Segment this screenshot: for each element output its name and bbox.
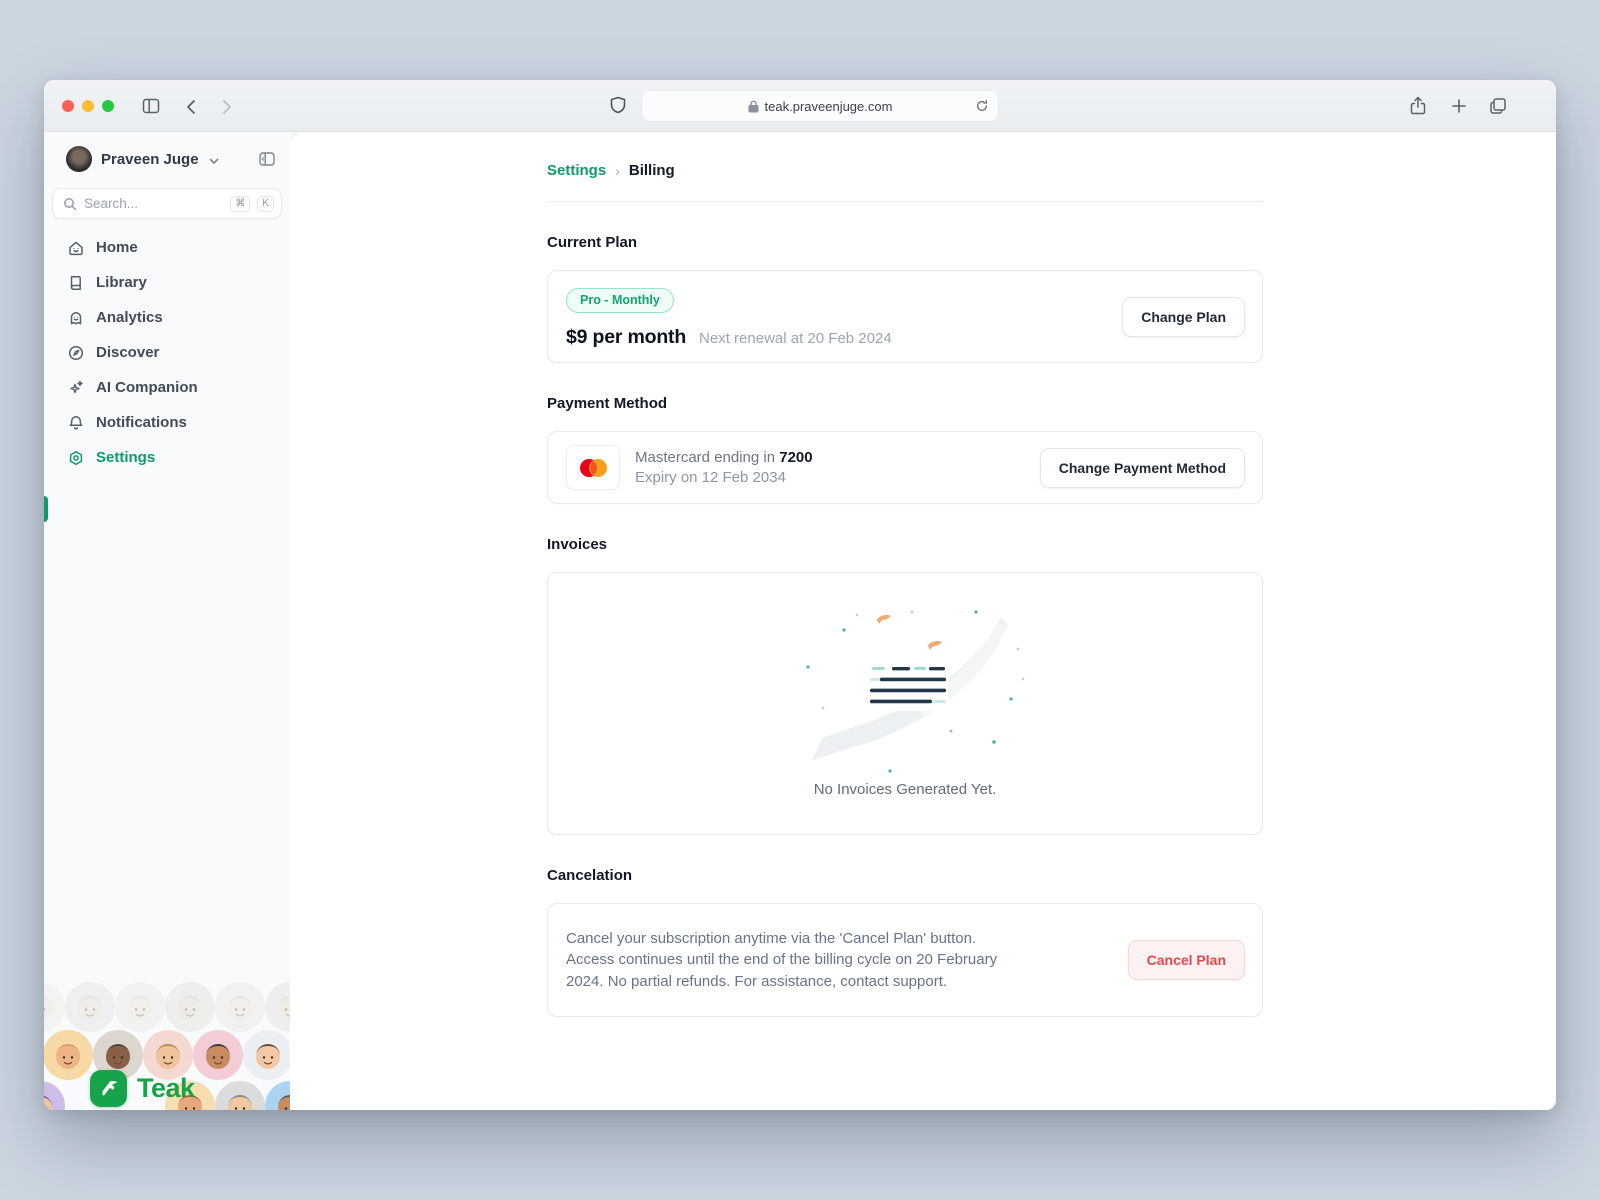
invoices-title: Invoices [547, 536, 1263, 553]
sidebar-nav: Home Library Analytics [44, 234, 290, 471]
invoices-card: No Invoices Generated Yet. [547, 572, 1263, 835]
sidebar: Praveen Juge ⌘ K [44, 132, 290, 1110]
memoji-avatar [44, 982, 65, 1032]
plan-badge: Pro - Monthly [566, 288, 674, 313]
sidebar-collapse-icon[interactable] [258, 150, 276, 168]
forward-icon[interactable] [216, 97, 236, 117]
browser-toolbar: teak.praveenjuge.com [44, 80, 1556, 132]
memoji-avatar [44, 1081, 65, 1110]
brand: Teak [90, 1070, 195, 1107]
brand-name: Teak [137, 1073, 195, 1104]
mastercard-icon [566, 445, 620, 490]
card-description: Mastercard ending in 7200 [635, 449, 813, 466]
shortcut-cmd-key: ⌘ [230, 196, 250, 212]
change-plan-button[interactable]: Change Plan [1122, 297, 1245, 337]
back-icon[interactable] [182, 97, 202, 117]
search-field[interactable] [84, 196, 223, 211]
cancelation-title: Cancelation [547, 867, 1263, 884]
memoji-avatar [115, 982, 165, 1032]
ai-companion-icon [67, 379, 85, 397]
home-icon [67, 239, 85, 257]
search-icon [63, 197, 77, 211]
current-plan-title: Current Plan [547, 234, 1263, 251]
payment-method-title: Payment Method [547, 395, 1263, 412]
memoji-avatar [215, 982, 265, 1032]
main-content: Settings › Billing Current Plan Pro - Mo… [290, 132, 1556, 1110]
plan-price: $9 per month [566, 326, 686, 349]
user-name: Praveen Juge [101, 151, 199, 168]
sidebar-item-home[interactable]: Home [44, 234, 290, 261]
breadcrumb-settings-link[interactable]: Settings [547, 162, 606, 179]
active-indicator [44, 496, 48, 522]
shortcut-k-key: K [257, 196, 274, 212]
sidebar-item-settings[interactable]: Settings [44, 444, 290, 471]
cancelation-text: Cancel your subscription anytime via the… [566, 928, 1021, 992]
search-input[interactable]: ⌘ K [52, 188, 282, 219]
sidebar-item-label: AI Companion [96, 379, 198, 396]
library-icon [67, 274, 85, 292]
memoji-avatar [65, 982, 115, 1032]
sidebar-item-label: Analytics [96, 309, 163, 326]
teak-logo-icon [90, 1070, 127, 1107]
breadcrumb-chevron-icon: › [615, 163, 620, 179]
current-plan-card: Pro - Monthly $9 per month Next renewal … [547, 270, 1263, 363]
settings-icon [67, 449, 85, 467]
reload-icon[interactable] [975, 99, 989, 113]
card-expiry: Expiry on 12 Feb 2034 [635, 469, 813, 486]
payment-method-card: Mastercard ending in 7200 Expiry on 12 F… [547, 431, 1263, 504]
memoji-avatar [44, 1030, 93, 1080]
empty-invoices-text: No Invoices Generated Yet. [814, 781, 997, 798]
sidebar-item-label: Library [96, 274, 147, 291]
memoji-avatar [193, 1030, 243, 1080]
breadcrumb: Settings › Billing [547, 162, 1263, 179]
lock-icon [748, 100, 759, 113]
user-avatar [66, 146, 92, 172]
divider [547, 201, 1263, 202]
sidebar-item-library[interactable]: Library [44, 269, 290, 296]
card-last4: 7200 [779, 449, 812, 466]
sidebar-item-analytics[interactable]: Analytics [44, 304, 290, 331]
cancelation-card: Cancel your subscription anytime via the… [547, 903, 1263, 1017]
tab-overview-icon[interactable] [1488, 96, 1508, 116]
browser-sidebar-toggle-icon[interactable] [141, 96, 161, 116]
breadcrumb-current: Billing [629, 162, 675, 179]
memoji-avatar [243, 1030, 290, 1080]
change-payment-method-button[interactable]: Change Payment Method [1040, 448, 1245, 488]
zoom-window-button[interactable] [102, 100, 114, 112]
sidebar-item-label: Settings [96, 449, 155, 466]
chevron-down-icon [208, 154, 220, 166]
sidebar-item-label: Notifications [96, 414, 187, 431]
new-tab-icon[interactable] [1449, 96, 1469, 116]
notifications-icon [67, 414, 85, 432]
analytics-icon [67, 309, 85, 327]
privacy-shield-icon[interactable] [608, 95, 628, 115]
memoji-avatar [265, 1081, 290, 1110]
memoji-avatar [265, 982, 290, 1032]
address-bar[interactable]: teak.praveenjuge.com [642, 91, 998, 121]
sidebar-item-label: Home [96, 239, 138, 256]
sidebar-item-notifications[interactable]: Notifications [44, 409, 290, 436]
discover-icon [67, 344, 85, 362]
url-text: teak.praveenjuge.com [765, 99, 893, 114]
memoji-avatar [165, 982, 215, 1032]
sidebar-item-discover[interactable]: Discover [44, 339, 290, 366]
cancel-plan-button[interactable]: Cancel Plan [1128, 940, 1245, 980]
memoji-avatar [215, 1081, 265, 1110]
close-window-button[interactable] [62, 100, 74, 112]
minimize-window-button[interactable] [82, 100, 94, 112]
browser-window: teak.praveenjuge.com Praveen Juge [44, 80, 1556, 1110]
sidebar-item-ai-companion[interactable]: AI Companion [44, 374, 290, 401]
plan-renewal: Next renewal at 20 Feb 2024 [699, 330, 892, 347]
user-menu[interactable]: Praveen Juge [44, 132, 290, 172]
empty-invoices-illustration [780, 603, 1030, 775]
share-icon[interactable] [1408, 96, 1428, 116]
sidebar-item-label: Discover [96, 344, 159, 361]
